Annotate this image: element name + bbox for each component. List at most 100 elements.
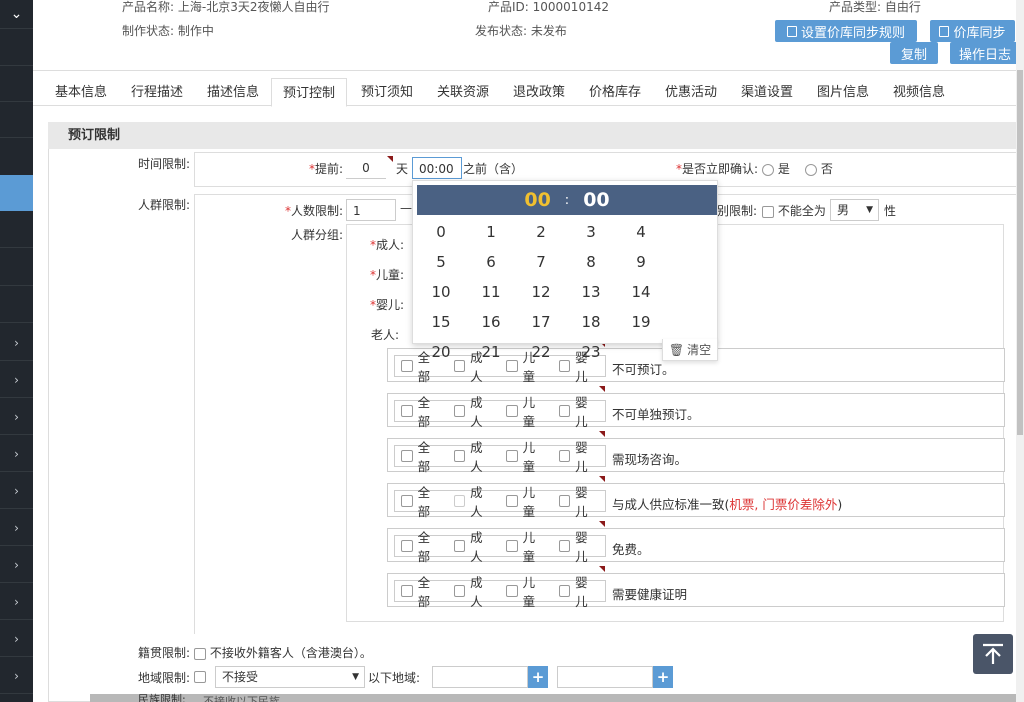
rule-checkbox[interactable] [506, 495, 518, 507]
add-region-button-2[interactable]: + [653, 666, 673, 688]
scrollbar-thumb[interactable] [1017, 70, 1023, 435]
tab-9[interactable]: 渠道设置 [729, 78, 805, 106]
sidebar-item-3[interactable]: › [0, 435, 33, 472]
price-sync-button[interactable]: 价库同步 [930, 20, 1015, 42]
sidebar-item-0[interactable]: › [0, 324, 33, 361]
rule-checkbox[interactable] [558, 585, 571, 597]
hour-option[interactable]: 0 [416, 223, 466, 241]
rule-option[interactable]: 成人 [453, 572, 501, 610]
hour-option[interactable]: 14 [616, 283, 666, 301]
sidebar-item-5[interactable]: › [0, 509, 33, 546]
sidebar-item-8[interactable]: › [0, 620, 33, 657]
tab-10[interactable]: 图片信息 [805, 78, 881, 106]
region-select[interactable]: 不接受 ▼ [215, 666, 365, 688]
hour-option[interactable]: 22 [516, 343, 566, 361]
region-checkbox[interactable] [194, 670, 206, 683]
rule-option[interactable]: 儿童 [506, 482, 553, 520]
rule-option[interactable]: 儿童 [506, 527, 553, 565]
clear-time-button[interactable]: 🗑 清空 [662, 339, 718, 361]
sidebar-item-6[interactable]: › [0, 546, 33, 583]
rule-option[interactable]: 成人 [453, 527, 501, 565]
scrollbar[interactable] [1016, 0, 1024, 702]
region-input-2[interactable] [557, 666, 653, 688]
tab-2[interactable]: 描述信息 [195, 78, 271, 106]
hour-option[interactable]: 13 [566, 283, 616, 301]
rule-option[interactable]: 儿童 [506, 572, 553, 610]
sidebar-item-1[interactable]: › [0, 361, 33, 398]
rule-option[interactable]: 全部 [401, 482, 448, 520]
tab-6[interactable]: 退改政策 [501, 78, 577, 106]
back-to-top-button[interactable] [973, 634, 1013, 674]
sidebar-item-active[interactable] [0, 175, 33, 211]
hour-option[interactable]: 8 [566, 253, 616, 271]
rule-option[interactable]: 成人 [453, 437, 501, 475]
native-checkbox[interactable] [194, 647, 206, 660]
rule-checkbox[interactable] [453, 360, 466, 372]
rule-option[interactable]: 成人 [453, 482, 501, 520]
rule-checkbox[interactable] [401, 360, 413, 372]
hour-option[interactable]: 20 [416, 343, 466, 361]
sync-rule-button[interactable]: 设置价库同步规则 [775, 20, 917, 42]
rule-checkbox[interactable] [453, 495, 466, 507]
rule-option[interactable]: 婴儿 [558, 386, 605, 430]
rule-option[interactable]: 成人 [453, 392, 501, 430]
rule-checkbox[interactable] [401, 405, 413, 417]
rule-option[interactable]: 全部 [401, 392, 448, 430]
hour-option[interactable]: 7 [516, 253, 566, 271]
rule-checkbox[interactable] [401, 585, 413, 597]
hour-option[interactable]: 21 [466, 343, 516, 361]
rule-option[interactable]: 婴儿 [558, 476, 605, 520]
chevron-down-icon[interactable]: ⌄ [0, 0, 33, 28]
rule-checkbox[interactable] [401, 450, 413, 462]
rule-checkbox[interactable] [558, 360, 571, 372]
hour-option[interactable]: 15 [416, 313, 466, 331]
rule-checkbox[interactable] [506, 585, 518, 597]
hour-option[interactable]: 5 [416, 253, 466, 271]
hour-option[interactable]: 10 [416, 283, 466, 301]
sidebar-item-9[interactable]: › [0, 657, 33, 694]
hour-option[interactable]: 19 [616, 313, 666, 331]
hour-display[interactable]: 00 [524, 189, 550, 211]
tab-3[interactable]: 预订控制 [271, 78, 347, 107]
rule-checkbox[interactable] [558, 405, 571, 417]
operation-log-button[interactable]: 操作日志 [950, 42, 1020, 64]
hour-option[interactable]: 23 [566, 343, 616, 361]
rule-checkbox[interactable] [453, 585, 466, 597]
hour-option[interactable]: 1 [466, 223, 516, 241]
rule-checkbox[interactable] [453, 540, 466, 552]
tab-0[interactable]: 基本信息 [43, 78, 119, 106]
hour-option[interactable]: 17 [516, 313, 566, 331]
count-min-input[interactable]: 1 [346, 199, 396, 221]
rule-checkbox[interactable] [506, 405, 518, 417]
region-input-1[interactable] [432, 666, 528, 688]
rule-option[interactable]: 婴儿 [558, 566, 605, 610]
rule-checkbox[interactable] [453, 450, 466, 462]
confirm-yes-radio[interactable] [762, 163, 774, 176]
hour-option[interactable]: 11 [466, 283, 516, 301]
tab-7[interactable]: 价格库存 [577, 78, 653, 106]
rule-option[interactable]: 婴儿 [558, 521, 605, 565]
tab-4[interactable]: 预订须知 [349, 78, 425, 106]
rule-checkbox[interactable] [453, 405, 466, 417]
minute-display[interactable]: 00 [583, 189, 609, 211]
copy-button[interactable]: 复制 [890, 42, 938, 64]
hour-option[interactable]: 16 [466, 313, 516, 331]
tab-5[interactable]: 关联资源 [425, 78, 501, 106]
gender-select[interactable]: 男 ▼ [830, 199, 879, 221]
rule-checkbox[interactable] [558, 540, 571, 552]
advance-days-input[interactable]: 0 [346, 157, 386, 179]
add-region-button-1[interactable]: + [528, 666, 548, 688]
rule-option[interactable]: 儿童 [506, 437, 553, 475]
rule-checkbox[interactable] [401, 540, 413, 552]
rule-checkbox[interactable] [506, 360, 518, 372]
time-input[interactable]: 00:00 [412, 157, 462, 179]
hour-option[interactable]: 6 [466, 253, 516, 271]
hour-option[interactable]: 3 [566, 223, 616, 241]
sidebar-item-7[interactable]: › [0, 583, 33, 620]
rule-option[interactable]: 全部 [401, 437, 448, 475]
sidebar-item-4[interactable]: › [0, 472, 33, 509]
sidebar-item-2[interactable]: › [0, 398, 33, 435]
rule-checkbox[interactable] [401, 495, 413, 507]
confirm-no-radio[interactable] [805, 163, 817, 176]
hour-option[interactable]: 12 [516, 283, 566, 301]
